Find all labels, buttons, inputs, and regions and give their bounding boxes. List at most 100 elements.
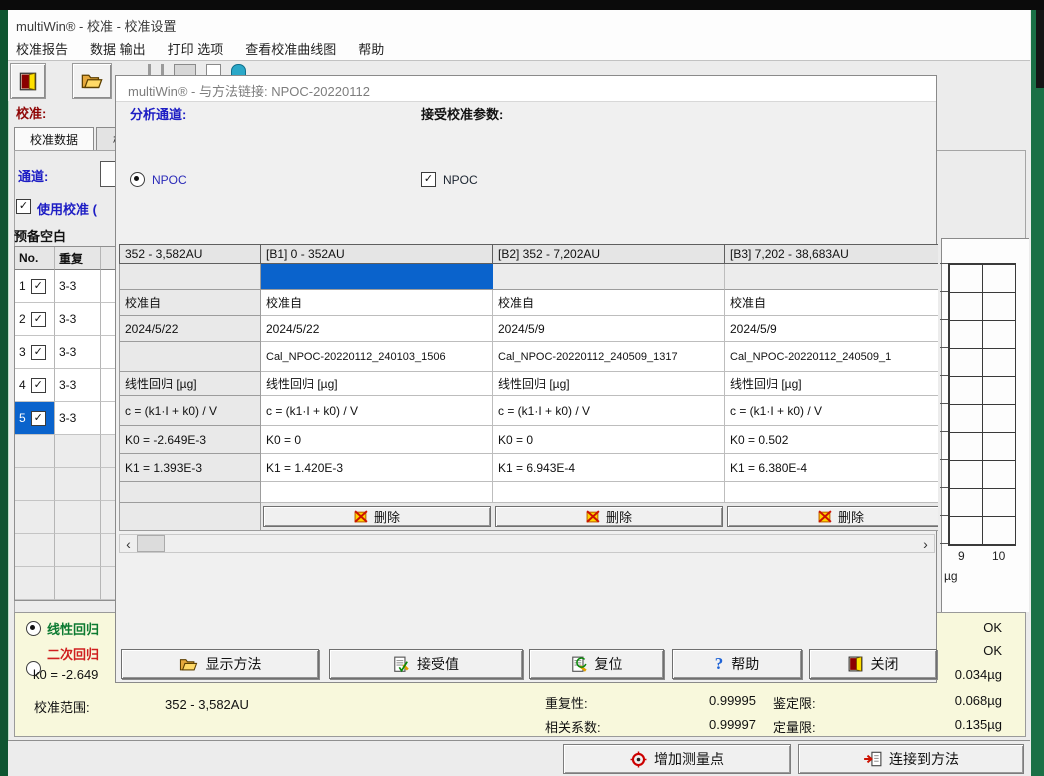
menu-item-1[interactable]: 数据 输出 (90, 39, 146, 58)
scrollbar-thumb[interactable] (137, 535, 165, 552)
linear-regression-radio[interactable] (26, 621, 41, 636)
check-icon: ✓ (424, 173, 433, 185)
close-button[interactable]: 关闭 (809, 649, 937, 679)
selector-cell[interactable] (493, 264, 725, 290)
correlation-label: 相关系数: (545, 717, 601, 736)
calibration-label: 校准: (16, 103, 46, 122)
horizontal-scrollbar[interactable]: ‹ › (119, 534, 935, 553)
check-icon: ✓ (34, 280, 43, 292)
delete-button[interactable]: 删除 (727, 506, 938, 527)
link-method-icon (863, 751, 882, 767)
tab-calibration-data[interactable]: 校准数据 (14, 127, 94, 150)
delete-label: 删除 (838, 507, 864, 526)
npoc-radio-option[interactable]: NPOC (130, 172, 187, 187)
menu-item-3[interactable]: 查看校准曲线图 (245, 39, 336, 58)
axis-unit-label: µg (944, 569, 958, 583)
use-calibration-label: 使用校准 ( (37, 199, 97, 218)
table-cell: K1 = 1.420E-3 (261, 454, 493, 482)
open-folder-icon (179, 657, 198, 672)
exit-button[interactable] (10, 63, 46, 99)
window-title: multiWin® - 校准 - 校准设置 (16, 16, 177, 35)
status-bar: 增加测量点 连接到方法 (8, 740, 1030, 776)
desktop-edge (1036, 10, 1044, 88)
button-label: 显示方法 (206, 654, 262, 674)
table-cell: 线性回归 [µg] (119, 372, 261, 396)
add-measure-point-button[interactable]: 增加测量点 (563, 744, 791, 774)
npoc-checkbox-option[interactable]: ✓ NPOC (421, 172, 478, 187)
table-cell: 2024/5/22 (119, 316, 261, 342)
row-number: 1 (19, 279, 26, 293)
analysis-channel-label: 分析通道: (130, 104, 186, 123)
check-icon: ✓ (34, 379, 43, 391)
table-cell (119, 342, 261, 372)
table-column: [B1] 0 - 352AU校准自2024/5/22Cal_NPOC-20220… (261, 244, 493, 531)
table-cell (55, 435, 101, 468)
use-calibration-checkbox[interactable]: ✓ (16, 199, 31, 214)
table-cell: 2024/5/22 (261, 316, 493, 342)
delete-x-icon (354, 510, 368, 523)
delete-button[interactable]: 删除 (263, 506, 491, 527)
menu-bar: 校准报告 数据 输出 打印 选项 查看校准曲线图 帮助 (8, 36, 1030, 61)
table-cell: 校准自 (725, 290, 938, 316)
dialog-title: multiWin® - 与方法链接: NPOC-20220112 (128, 81, 370, 100)
help-icon: ? (715, 654, 724, 674)
table-cell: Cal_NPOC-20220112_240103_1506 (261, 342, 493, 372)
correlation-value: 0.99997 (656, 717, 756, 732)
x-tick-label: 9 (958, 549, 965, 563)
show-method-button[interactable]: 显示方法 (121, 649, 319, 679)
row-checkbox[interactable]: ✓ (31, 279, 46, 294)
exit-door-icon (19, 72, 37, 91)
linear-regression-label: 线性回归 (47, 619, 99, 638)
open-button[interactable] (72, 63, 112, 99)
row-checkbox[interactable]: ✓ (31, 411, 46, 426)
selector-cell[interactable] (725, 264, 938, 290)
repeat-cell: 3-3 (55, 369, 101, 402)
table-cell (261, 482, 493, 503)
row-checkbox[interactable]: ✓ (31, 312, 46, 327)
button-label: 接受值 (417, 654, 459, 674)
reset-button[interactable]: 复位 (529, 649, 664, 679)
help-question-icon: ? (715, 654, 724, 674)
selector-cell[interactable] (119, 264, 261, 290)
menu-item-0[interactable]: 校准报告 (16, 39, 68, 58)
accept-params-label: 接受校准参数: (421, 104, 503, 123)
table-cell: 删除 (725, 503, 938, 531)
table-cell: K1 = 6.380E-4 (725, 454, 938, 482)
table-cell: [B2] 352 - 7,202AU (493, 244, 725, 264)
button-label: 关闭 (871, 654, 899, 674)
table-cell: K0 = 0.502 (725, 426, 938, 454)
menu-item-2[interactable]: 打印 选项 (168, 39, 224, 58)
link-to-method-label: 连接到方法 (889, 749, 959, 769)
table-cell (493, 482, 725, 503)
table-cell: 校准自 (119, 290, 261, 316)
table-cell: K0 = -2.649E-3 (119, 426, 261, 454)
accept-values-button[interactable]: 接受值 (329, 649, 523, 679)
row-number: 5 (19, 411, 26, 425)
table-cell (55, 534, 101, 567)
link-to-method-button[interactable]: 连接到方法 (798, 744, 1024, 774)
chart-grid (948, 263, 1016, 546)
delete-button[interactable]: 删除 (495, 506, 723, 527)
table-cell: Cal_NPOC-20220112_240509_1 (725, 342, 938, 372)
add-point-icon (630, 751, 647, 768)
table-cell: 校准自 (493, 290, 725, 316)
table-cell: 删除 (261, 503, 493, 531)
calibration-chart: 9 10 µg (941, 238, 1029, 612)
button-label: 帮助 (731, 654, 759, 674)
table-cell: 352 - 3,582AU (119, 244, 261, 264)
help-button[interactable]: ? 帮助 (672, 649, 802, 679)
table-cell (15, 468, 55, 501)
detection-limit-value: 0.068µg (902, 693, 1002, 708)
delete-label: 删除 (374, 507, 400, 526)
row-checkbox[interactable]: ✓ (31, 345, 46, 360)
button-label: 复位 (595, 654, 623, 674)
prepare-blank-label: 预备空白 (14, 226, 66, 245)
row-checkbox[interactable]: ✓ (31, 378, 46, 393)
menu-item-4[interactable]: 帮助 (358, 39, 384, 58)
scroll-left-arrow-icon[interactable]: ‹ (120, 535, 137, 552)
selector-cell[interactable] (261, 264, 493, 290)
row-number: 3 (19, 345, 26, 359)
scroll-right-arrow-icon[interactable]: › (917, 535, 934, 552)
table-cell: 线性回归 [µg] (725, 372, 938, 396)
row-number-cell: 5✓ (15, 402, 55, 435)
